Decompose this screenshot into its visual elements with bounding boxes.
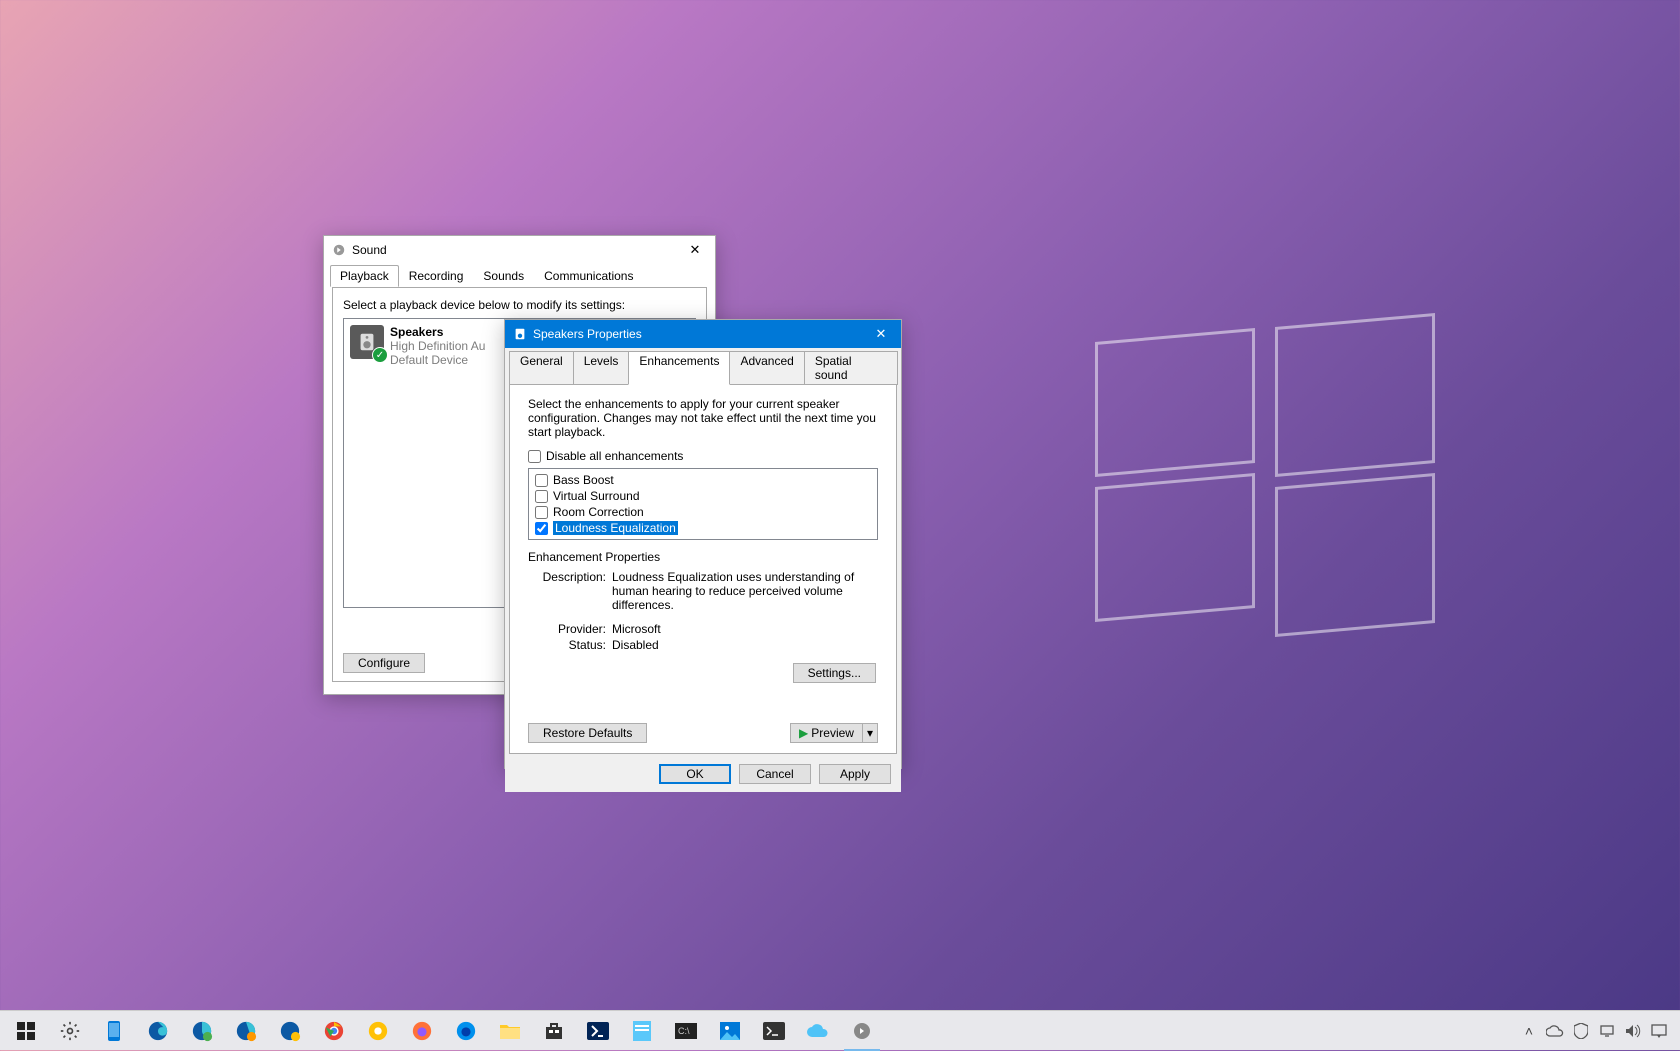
tray-security-icon[interactable] xyxy=(1570,1011,1592,1051)
sound-hint: Select a playback device below to modify… xyxy=(343,298,696,312)
sound-titlebar[interactable]: Sound ✕ xyxy=(324,236,715,264)
speaker-icon xyxy=(513,327,527,341)
disable-all-checkbox[interactable]: Disable all enhancements xyxy=(528,449,878,463)
tray-chevron-up-icon[interactable]: ˄ xyxy=(1518,1011,1540,1051)
speaker-device-icon: ✓ xyxy=(350,325,384,359)
tab-recording[interactable]: Recording xyxy=(399,265,474,287)
enh-virtual-surround[interactable]: Virtual Surround xyxy=(535,488,871,504)
device-text: Speakers High Definition Au Default Devi… xyxy=(390,325,485,367)
ptab-spatial[interactable]: Spatial sound xyxy=(804,351,898,385)
group-title: Enhancement Properties xyxy=(528,550,878,564)
tab-communications[interactable]: Communications xyxy=(534,265,643,287)
firefox-icon[interactable] xyxy=(400,1011,444,1051)
chrome-canary-icon[interactable] xyxy=(356,1011,400,1051)
ptab-general[interactable]: General xyxy=(509,351,574,385)
sound-close-button[interactable]: ✕ xyxy=(675,236,715,264)
dialog-buttons: OK Cancel Apply xyxy=(505,754,901,792)
enh-room-correction[interactable]: Room Correction xyxy=(535,504,871,520)
sound-icon xyxy=(332,243,346,257)
props-body: Select the enhancements to apply for you… xyxy=(509,384,897,754)
enh-status: Disabled xyxy=(612,638,878,652)
sound-taskbar-icon[interactable] xyxy=(840,1011,884,1051)
system-tray: ˄ xyxy=(1518,1011,1676,1051)
ok-button[interactable]: OK xyxy=(659,764,731,784)
enhancement-properties-group: Enhancement Properties Description:Loudn… xyxy=(528,550,878,652)
enh-description: Loudness Equalization uses understanding… xyxy=(612,570,878,612)
tray-onedrive-icon[interactable] xyxy=(1544,1011,1566,1051)
apply-button[interactable]: Apply xyxy=(819,764,891,784)
enhancements-list[interactable]: Bass Boost Virtual Surround Room Correct… xyxy=(528,468,878,540)
firefox-dev-icon[interactable] xyxy=(444,1011,488,1051)
cmd-icon[interactable]: C:\ xyxy=(664,1011,708,1051)
settings-button[interactable]: Settings... xyxy=(793,663,876,683)
props-tabs: General Levels Enhancements Advanced Spa… xyxy=(505,348,901,384)
sound-title: Sound xyxy=(352,243,675,257)
phone-icon[interactable] xyxy=(92,1011,136,1051)
preview-dropdown[interactable]: ▾ xyxy=(863,723,878,743)
enh-provider: Microsoft xyxy=(612,622,878,636)
photos-icon[interactable] xyxy=(708,1011,752,1051)
explorer-icon[interactable] xyxy=(488,1011,532,1051)
start-button[interactable] xyxy=(4,1011,48,1051)
edge-icon[interactable] xyxy=(136,1011,180,1051)
play-icon: ▶ xyxy=(799,726,808,740)
powershell-icon[interactable] xyxy=(576,1011,620,1051)
tray-action-center-icon[interactable] xyxy=(1648,1011,1670,1051)
edge-beta-icon[interactable] xyxy=(180,1011,224,1051)
store-icon[interactable] xyxy=(532,1011,576,1051)
tray-volume-icon[interactable] xyxy=(1622,1011,1644,1051)
tray-network-icon[interactable] xyxy=(1596,1011,1618,1051)
props-desc: Select the enhancements to apply for you… xyxy=(528,397,878,439)
enh-loudness-equalization[interactable]: Loudness Equalization xyxy=(535,520,871,536)
edge-dev-icon[interactable] xyxy=(224,1011,268,1051)
svg-text:C:\: C:\ xyxy=(678,1026,690,1036)
speakers-properties-window: Speakers Properties ✕ General Levels Enh… xyxy=(504,319,902,769)
enh-bass-boost[interactable]: Bass Boost xyxy=(535,472,871,488)
tab-sounds[interactable]: Sounds xyxy=(473,265,534,287)
ptab-enhancements[interactable]: Enhancements xyxy=(628,351,730,385)
edge-canary-icon[interactable] xyxy=(268,1011,312,1051)
ptab-levels[interactable]: Levels xyxy=(573,351,630,385)
terminal-icon[interactable] xyxy=(752,1011,796,1051)
taskbar[interactable]: C:\ ˄ xyxy=(0,1010,1680,1050)
sound-tabs: Playback Recording Sounds Communications xyxy=(324,264,715,287)
props-close-button[interactable]: ✕ xyxy=(861,320,901,348)
configure-button[interactable]: Configure xyxy=(343,653,425,673)
props-title: Speakers Properties xyxy=(533,327,861,341)
ptab-advanced[interactable]: Advanced xyxy=(729,351,804,385)
cancel-button[interactable]: Cancel xyxy=(739,764,811,784)
preview-button[interactable]: ▶Preview ▾ xyxy=(790,723,878,743)
disable-all-input[interactable] xyxy=(528,450,541,463)
restore-defaults-button[interactable]: Restore Defaults xyxy=(528,723,647,743)
props-titlebar[interactable]: Speakers Properties ✕ xyxy=(505,320,901,348)
notepad-icon[interactable] xyxy=(620,1011,664,1051)
windows-logo-wallpaper xyxy=(1095,320,1435,630)
settings-icon[interactable] xyxy=(48,1011,92,1051)
default-check-icon: ✓ xyxy=(372,347,388,363)
cloud-icon[interactable] xyxy=(796,1011,840,1051)
tab-playback[interactable]: Playback xyxy=(330,265,399,287)
chrome-icon[interactable] xyxy=(312,1011,356,1051)
